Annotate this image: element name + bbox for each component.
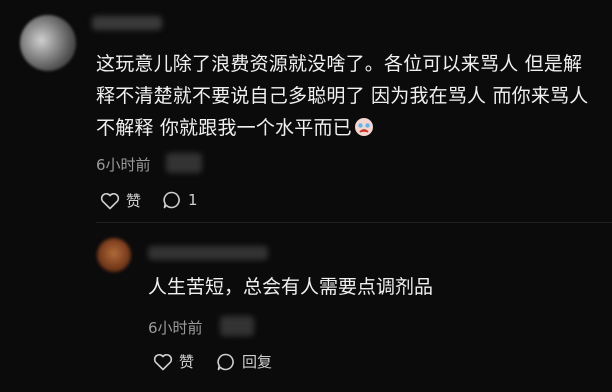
reply-location-blurred xyxy=(220,316,254,336)
like-button[interactable]: 赞 xyxy=(100,190,141,211)
heart-icon xyxy=(153,353,173,371)
reply-timestamp: 6小时前 xyxy=(148,319,203,337)
comment-text: 这玩意儿除了浪费资源就没啥了。各位可以来骂人 但是解释不清楚就不要说自己多聪明了… xyxy=(96,53,589,139)
crying-face-icon xyxy=(354,117,374,137)
reply-like-button[interactable]: 赞 xyxy=(153,351,194,372)
reply-like-label: 赞 xyxy=(179,353,195,371)
reply-button[interactable]: 回复 xyxy=(216,351,272,372)
reply-text: 人生苦短，总会有人需要点调剂品 xyxy=(148,276,434,298)
reply-count-button[interactable]: 1 xyxy=(162,190,198,210)
reply-avatar[interactable] xyxy=(97,238,131,272)
comment-bubble-icon xyxy=(162,190,182,210)
comment-count: 1 xyxy=(188,191,198,209)
divider xyxy=(96,222,612,223)
commenter-name-blurred[interactable] xyxy=(92,16,162,30)
reply-name-blurred[interactable] xyxy=(148,246,268,260)
commenter-avatar[interactable] xyxy=(20,15,76,71)
reply-label: 回复 xyxy=(242,353,273,371)
comment-timestamp: 6小时前 xyxy=(96,156,151,174)
comment-location-blurred xyxy=(166,153,202,173)
heart-icon xyxy=(100,192,120,210)
like-label: 赞 xyxy=(126,192,142,210)
comment-bubble-icon xyxy=(216,352,236,372)
comment-body: 这玩意儿除了浪费资源就没啥了。各位可以来骂人 但是解释不清楚就不要说自己多聪明了… xyxy=(96,48,596,144)
